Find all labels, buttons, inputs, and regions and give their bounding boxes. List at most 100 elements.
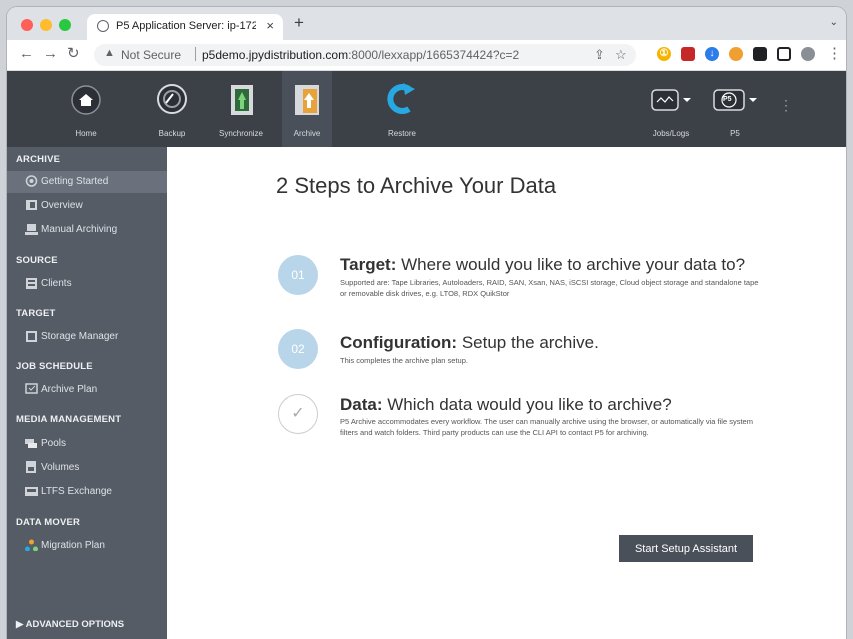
- sidebar-item-label: Archive Plan: [41, 384, 98, 395]
- minimize-window-button[interactable]: [40, 19, 52, 31]
- security-label[interactable]: Not Secure: [121, 48, 181, 62]
- back-arrow-icon[interactable]: ←: [19, 46, 34, 62]
- sidebar-item-volumes[interactable]: Volumes: [7, 457, 167, 479]
- extension-cookie-icon[interactable]: [729, 47, 743, 61]
- volumes-icon: [26, 461, 36, 473]
- step-3-check-icon: ✓: [278, 394, 318, 434]
- step-1-description: Supported are: Tape Libraries, Autoloade…: [340, 278, 759, 298]
- app-more-menu-icon[interactable]: ⋮: [779, 97, 793, 114]
- url-text[interactable]: p5demo.jpydistribution.com:8000/lexxapp/…: [202, 48, 519, 62]
- url-path: :8000/lexxapp/1665374424?c=2: [348, 48, 520, 62]
- step-3-title-bold: Data:: [340, 395, 383, 414]
- nav-synchronize-label: Synchronize: [218, 129, 264, 138]
- backup-icon: [157, 84, 187, 114]
- main-content: 2 Steps to Archive Your Data 01 Target: …: [167, 147, 846, 639]
- overview-icon: [26, 200, 37, 210]
- sidebar-item-label: Volumes: [41, 462, 80, 473]
- maximize-window-button[interactable]: [59, 19, 71, 31]
- sidebar-item-clients[interactable]: Clients: [7, 273, 167, 295]
- browser-menu-icon[interactable]: ⋮: [827, 46, 842, 62]
- nav-p5[interactable]: P5 P5: [707, 71, 763, 147]
- browser-window: P5 Application Server: ip-172-3 × + ⌄ ← …: [7, 7, 846, 639]
- home-icon: [71, 85, 101, 115]
- address-bar[interactable]: ▲ Not Secure p5demo.jpydistribution.com:…: [94, 44, 636, 66]
- extension-shield-icon[interactable]: [681, 47, 695, 61]
- advanced-options-toggle[interactable]: ▶ ADVANCED OPTIONS: [16, 619, 124, 630]
- forward-arrow-icon[interactable]: →: [43, 46, 58, 62]
- step-3-title-rest: Which data would you like to archive?: [382, 395, 672, 414]
- tab-favicon-icon: [97, 20, 109, 32]
- step-2-badge: 02: [278, 329, 318, 369]
- bookmark-star-icon[interactable]: ☆: [615, 47, 627, 63]
- step-1-title-bold: Target:: [340, 255, 397, 274]
- browser-toolbar: ← → ↻ ▲ Not Secure p5demo.jpydistributio…: [7, 40, 846, 71]
- step-1-title-rest: Where would you like to archive your dat…: [396, 255, 746, 274]
- section-job-schedule: JOB SCHEDULE: [16, 361, 93, 372]
- sidebar-item-archive-plan[interactable]: Archive Plan: [7, 379, 167, 401]
- nav-archive-label: Archive: [293, 129, 321, 138]
- restore-icon: [387, 83, 415, 114]
- sidebar-item-manual-archiving[interactable]: Manual Archiving: [7, 219, 167, 241]
- sidebar-item-getting-started[interactable]: Getting Started: [7, 171, 167, 193]
- tab-title: P5 Application Server: ip-172-3: [116, 20, 256, 32]
- nav-backup[interactable]: Backup: [150, 71, 194, 147]
- profile-avatar-icon[interactable]: [801, 47, 815, 61]
- start-setup-assistant-button[interactable]: Start Setup Assistant: [619, 535, 753, 562]
- step-2-description: This completes the archive plan setup.: [340, 356, 468, 365]
- sidepanel-icon[interactable]: [777, 47, 791, 61]
- sidebar: ARCHIVE Getting Started Overview Manual …: [7, 147, 167, 639]
- page-title: 2 Steps to Archive Your Data: [276, 173, 557, 198]
- tab-close-icon[interactable]: ×: [266, 18, 274, 33]
- sidebar-item-label: LTFS Exchange: [41, 486, 112, 497]
- nav-archive[interactable]: Archive: [282, 71, 332, 147]
- sidebar-item-migration-plan[interactable]: Migration Plan: [7, 535, 167, 557]
- p5-icon: [713, 89, 757, 111]
- url-host: p5demo.jpydistribution.com: [202, 48, 349, 62]
- tab-strip: P5 Application Server: ip-172-3 × + ⌄: [7, 7, 846, 40]
- migration-plan-icon: [25, 539, 38, 551]
- manual-archiving-icon: [25, 224, 38, 235]
- reload-icon[interactable]: ↻: [67, 46, 80, 62]
- sidebar-item-ltfs-exchange[interactable]: LTFS Exchange: [7, 481, 167, 503]
- step-1-title: Target: Where would you like to archive …: [340, 255, 745, 275]
- storage-manager-icon: [26, 331, 37, 342]
- pools-icon: [25, 439, 37, 448]
- sidebar-item-label: Overview: [41, 200, 83, 211]
- extensions-puzzle-icon[interactable]: [753, 47, 767, 61]
- archive-icon: [295, 85, 319, 115]
- app-top-nav: Home Backup Synchronize Archive Restore …: [7, 71, 846, 147]
- address-separator: [195, 47, 196, 61]
- step-2-title: Configuration: Setup the archive.: [340, 333, 599, 353]
- step-1-badge: 01: [278, 255, 318, 295]
- archive-plan-icon: [25, 383, 38, 394]
- step-2-title-rest: Setup the archive.: [457, 333, 599, 352]
- step-3-title: Data: Which data would you like to archi…: [340, 395, 672, 415]
- nav-jobs-logs-label: Jobs/Logs: [652, 129, 690, 138]
- getting-started-icon: [25, 175, 38, 187]
- section-target: TARGET: [16, 308, 56, 319]
- nav-home[interactable]: Home: [57, 71, 115, 147]
- nav-jobs-logs[interactable]: Jobs/Logs: [643, 71, 699, 147]
- nav-restore[interactable]: Restore: [377, 71, 427, 147]
- sidebar-item-overview[interactable]: Overview: [7, 195, 167, 217]
- nav-backup-label: Backup: [158, 129, 186, 138]
- sidebar-item-storage-manager[interactable]: Storage Manager: [7, 326, 167, 348]
- new-tab-button[interactable]: +: [294, 13, 304, 33]
- share-icon[interactable]: ⇪: [594, 47, 605, 63]
- extension-download-icon[interactable]: ↓: [705, 47, 719, 61]
- close-window-button[interactable]: [21, 19, 33, 31]
- sidebar-item-label: Getting Started: [41, 176, 109, 187]
- extension-1password-icon[interactable]: ①: [657, 47, 671, 61]
- nav-synchronize[interactable]: Synchronize: [212, 71, 270, 147]
- nav-home-label: Home: [75, 129, 97, 138]
- sidebar-item-label: Manual Archiving: [41, 224, 118, 235]
- nav-restore-label: Restore: [387, 129, 416, 138]
- sidebar-item-pools[interactable]: Pools: [7, 433, 167, 455]
- ltfs-exchange-icon: [25, 487, 38, 496]
- browser-tab[interactable]: P5 Application Server: ip-172-3 ×: [87, 14, 283, 40]
- sidebar-item-label: Storage Manager: [41, 331, 119, 342]
- nav-p5-label: P5: [730, 129, 740, 138]
- tab-search-icon[interactable]: ⌄: [830, 17, 838, 28]
- synchronize-icon: [231, 85, 253, 115]
- step-3-description: P5 Archive accommodates every workflow. …: [340, 417, 753, 437]
